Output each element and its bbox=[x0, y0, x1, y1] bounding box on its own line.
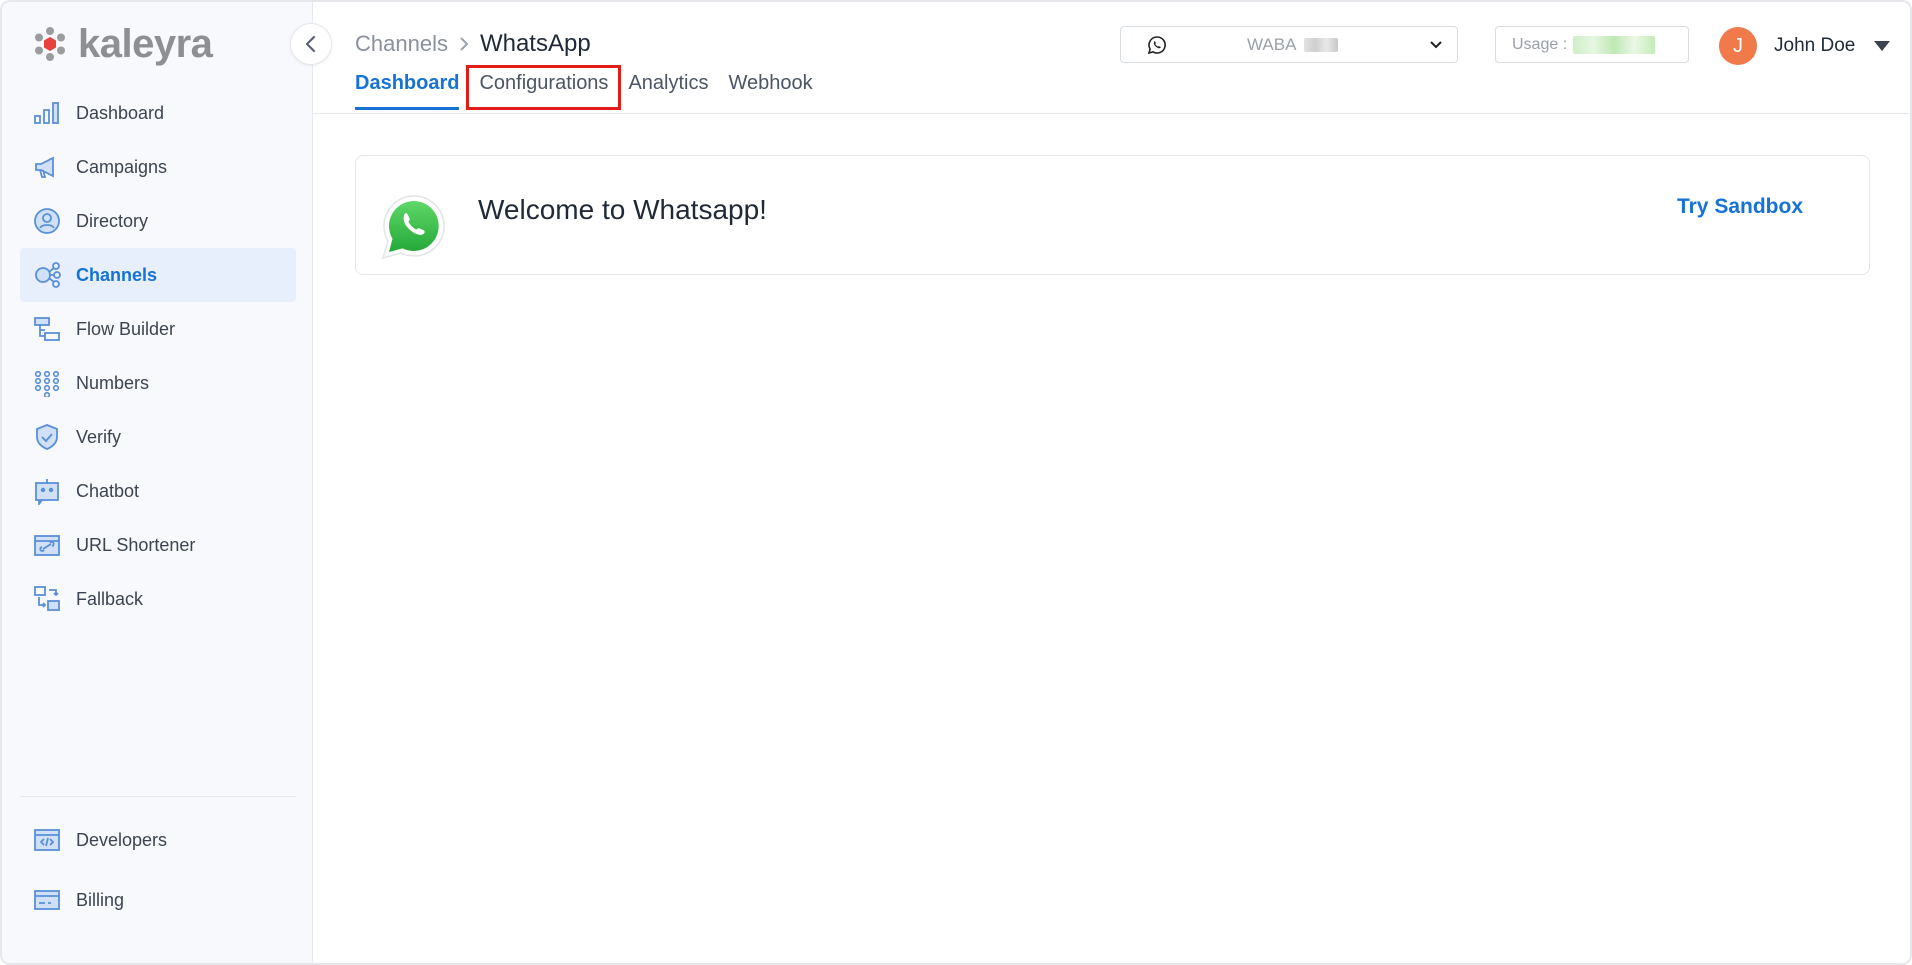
sidebar-item-verify[interactable]: Verify bbox=[20, 410, 296, 464]
chevron-right-icon bbox=[460, 37, 469, 51]
sidebar-item-numbers[interactable]: Numbers bbox=[20, 356, 296, 410]
sidebar-item-label: Campaigns bbox=[76, 156, 168, 177]
app-window: kaleyra Dashboard Campaigns Directory Ch… bbox=[0, 0, 1912, 965]
kaleyra-logo-icon bbox=[35, 27, 65, 61]
sidebar-item-label: Numbers bbox=[76, 372, 150, 393]
sidebar-item-label: Developers bbox=[76, 829, 168, 850]
welcome-heading: Welcome to Whatsapp! bbox=[478, 194, 767, 225]
header: Channels WhatsApp Dashboard Configuratio… bbox=[313, 2, 1910, 114]
whatsapp-logo-icon bbox=[381, 195, 445, 260]
sidebar-item-developers[interactable]: Developers bbox=[20, 810, 296, 870]
sidebar-item-url-shortener[interactable]: URL Shortener bbox=[20, 518, 296, 572]
try-sandbox-link[interactable]: Try Sandbox bbox=[1677, 195, 1803, 219]
chevron-left-icon bbox=[305, 35, 316, 53]
tab-configurations[interactable]: Configurations bbox=[466, 65, 622, 110]
sidebar-item-label: Fallback bbox=[76, 588, 144, 609]
sidebar-item-label: URL Shortener bbox=[76, 534, 196, 555]
usage-display: Usage : bbox=[1495, 26, 1689, 63]
usage-value-redacted bbox=[1573, 35, 1656, 54]
sidebar-nav: Dashboard Campaigns Directory Channels F… bbox=[20, 86, 296, 626]
sidebar-item-label: Billing bbox=[76, 889, 125, 910]
sidebar-item-label: Directory bbox=[76, 210, 149, 231]
sidebar-item-chatbot[interactable]: Chatbot bbox=[20, 464, 296, 518]
link-icon bbox=[32, 530, 62, 560]
sidebar-item-label: Chatbot bbox=[76, 480, 140, 501]
avatar: J bbox=[1719, 27, 1757, 65]
tab-dashboard[interactable]: Dashboard bbox=[355, 68, 469, 110]
sidebar-item-billing[interactable]: Billing bbox=[20, 870, 296, 930]
contact-icon bbox=[32, 206, 62, 236]
megaphone-icon bbox=[32, 152, 62, 182]
user-name: John Doe bbox=[1774, 35, 1856, 56]
breadcrumb-channels-link[interactable]: Channels bbox=[355, 31, 448, 57]
shield-check-icon bbox=[32, 422, 62, 452]
robot-icon bbox=[32, 476, 62, 506]
sidebar-item-label: Channels bbox=[76, 264, 158, 285]
sidebar-item-dashboard[interactable]: Dashboard bbox=[20, 86, 296, 140]
fallback-icon bbox=[32, 584, 62, 614]
tab-bar: Dashboard Configurations Analytics Webho… bbox=[355, 65, 823, 110]
sidebar-item-campaigns[interactable]: Campaigns bbox=[20, 140, 296, 194]
whatsapp-icon bbox=[1147, 35, 1166, 54]
waba-label: WABA bbox=[1247, 34, 1297, 54]
sidebar-item-label: Dashboard bbox=[76, 102, 165, 123]
sidebar-item-channels[interactable]: Channels bbox=[20, 248, 296, 302]
sidebar-item-fallback[interactable]: Fallback bbox=[20, 572, 296, 626]
waba-value-redacted bbox=[1304, 37, 1339, 52]
channels-icon bbox=[32, 260, 62, 290]
caret-down-icon bbox=[1874, 41, 1891, 51]
sidebar-item-label: Flow Builder bbox=[76, 318, 176, 339]
logo[interactable]: kaleyra bbox=[32, 21, 213, 66]
tab-analytics[interactable]: Analytics bbox=[618, 68, 718, 107]
tab-webhook[interactable]: Webhook bbox=[718, 68, 822, 107]
dialpad-icon bbox=[32, 368, 62, 398]
sidebar-bottom-nav: Developers Billing bbox=[20, 810, 296, 930]
sidebar-item-flow-builder[interactable]: Flow Builder bbox=[20, 302, 296, 356]
user-menu[interactable]: J John Doe bbox=[1719, 27, 1891, 65]
brand-name: kaleyra bbox=[78, 21, 213, 66]
code-icon bbox=[32, 825, 62, 855]
bar-chart-icon bbox=[32, 98, 62, 128]
sidebar-item-label: Verify bbox=[76, 426, 122, 447]
usage-label: Usage : bbox=[1512, 35, 1568, 53]
sidebar: kaleyra Dashboard Campaigns Directory Ch… bbox=[2, 2, 313, 963]
credit-card-icon bbox=[32, 885, 62, 915]
collapse-sidebar-button[interactable] bbox=[290, 23, 332, 65]
chevron-down-icon bbox=[1430, 40, 1442, 48]
flow-icon bbox=[32, 314, 62, 344]
welcome-card: Welcome to Whatsapp! Try Sandbox bbox=[355, 155, 1870, 275]
breadcrumb: Channels WhatsApp bbox=[355, 30, 591, 58]
sidebar-item-directory[interactable]: Directory bbox=[20, 194, 296, 248]
waba-select[interactable]: WABA bbox=[1120, 26, 1458, 63]
page-title: WhatsApp bbox=[479, 30, 591, 57]
sidebar-divider bbox=[20, 796, 296, 797]
